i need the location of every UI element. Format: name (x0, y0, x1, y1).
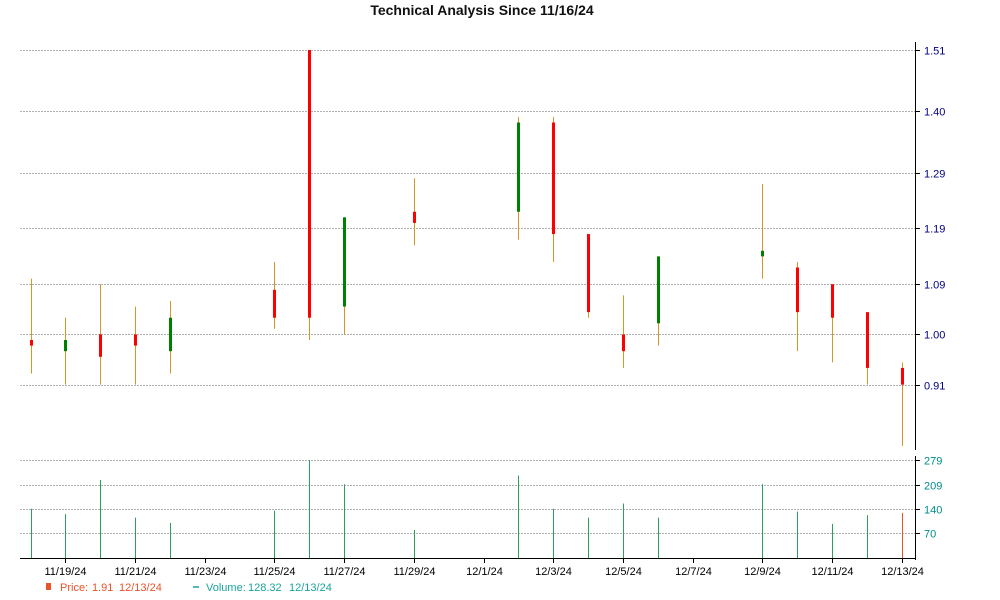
chart-title: Technical Analysis Since 11/16/24 (370, 2, 594, 18)
x-tick-label: 12/11/24 (811, 566, 853, 578)
candle-body (169, 317, 172, 352)
price-legend-value: 1.91 (92, 582, 113, 594)
price-tick-label: 1.19 (924, 224, 945, 236)
volume-legend-date: 12/13/24 (289, 582, 332, 594)
volume-tick-label: 140 (924, 505, 942, 517)
candle-body (273, 289, 276, 318)
candle-body (587, 234, 590, 313)
price-legend-label: Price: (60, 582, 88, 594)
volume-legend-label: Volume: (206, 582, 246, 594)
price-legend-date: 12/13/24 (119, 582, 162, 594)
candle-body (552, 122, 555, 235)
x-tick-label: 12/7/24 (675, 566, 712, 578)
candle-body (30, 340, 33, 346)
price-tick-label: 1.51 (924, 46, 945, 58)
candle-body (761, 250, 764, 257)
candle-body (343, 217, 346, 307)
volume-tick-label: 209 (924, 481, 942, 493)
chart-root: Technical Analysis Since 11/16/24 1.511.… (20, 2, 945, 594)
x-tick-label: 12/3/24 (535, 566, 572, 578)
grid-layer (20, 50, 915, 534)
x-tick-label: 11/19/24 (44, 566, 86, 578)
x-tick-label: 12/5/24 (605, 566, 642, 578)
candle-body (796, 267, 799, 313)
volume-tick-label: 70 (924, 529, 936, 541)
legend: Price: 1.91 12/13/24 Volume: 128.32 12/1… (46, 582, 332, 594)
price-tick-label: 1.29 (924, 169, 945, 181)
price-tick-label: 1.09 (924, 280, 945, 292)
volume-legend-value: 128.32 (248, 582, 282, 594)
x-tick-label: 12/1/24 (466, 566, 503, 578)
candle-body (99, 334, 102, 357)
candle-layer (30, 50, 904, 446)
candle-body (657, 256, 660, 324)
x-tick-label: 11/29/24 (393, 566, 435, 578)
price-legend-swatch (46, 583, 51, 590)
axis-layer: 1.51 1.40 1.29 1.19 1.09 1.00 0.91 279 209 140 70 (915, 42, 945, 560)
price-tick-label: 1.40 (924, 107, 945, 119)
candle-body (901, 367, 904, 385)
price-tick-label: 1.00 (924, 330, 945, 342)
candle-body (517, 122, 520, 212)
candle-body (866, 312, 869, 368)
x-tick-label: 12/9/24 (744, 566, 781, 578)
candle-body (308, 50, 311, 318)
x-axis: 11/19/24 11/21/24 11/23/24 11/25/24 11/27/24… (20, 558, 924, 578)
candle-body (134, 334, 137, 346)
candle-body (831, 284, 834, 318)
x-tick-label: 11/21/24 (114, 566, 156, 578)
price-tick-label: 0.91 (924, 381, 945, 393)
x-tick-label: 11/25/24 (253, 566, 295, 578)
candle-body (413, 211, 416, 223)
volume-tick-label: 279 (924, 456, 942, 468)
x-tick-label: 11/23/24 (184, 566, 226, 578)
candle-body (622, 334, 625, 352)
candle-body (64, 340, 67, 352)
x-tick-label: 12/13/24 (881, 566, 924, 578)
x-tick-label: 11/27/24 (323, 566, 365, 578)
